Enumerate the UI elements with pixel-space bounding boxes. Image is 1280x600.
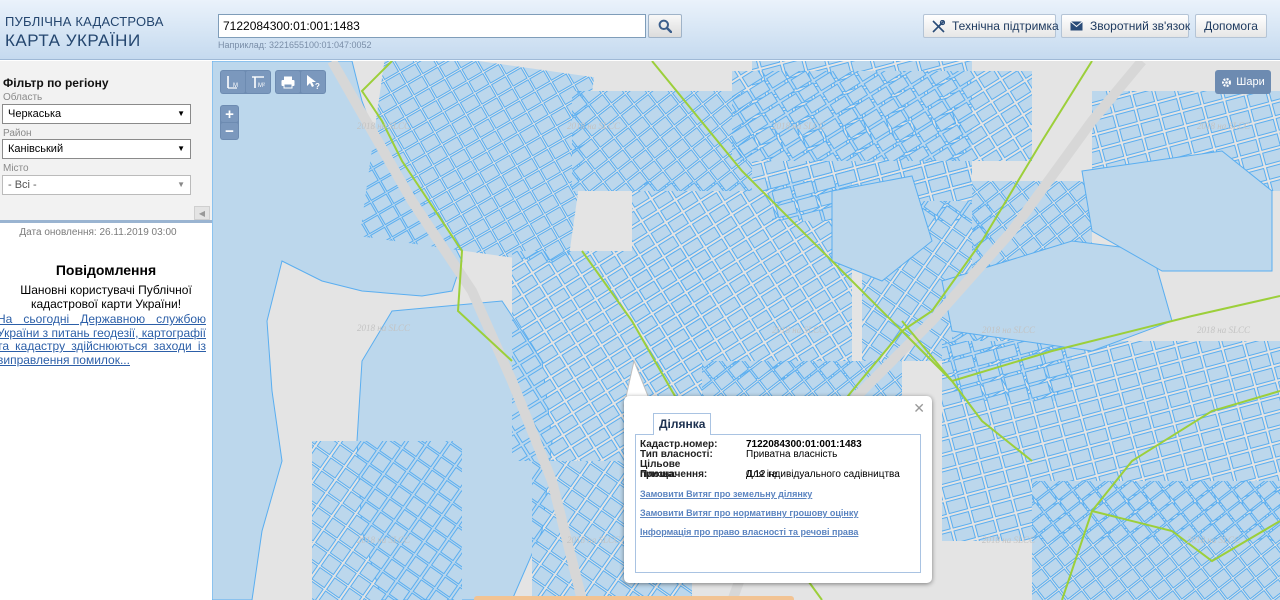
filter-title: Фільтр по регіону: [3, 76, 109, 90]
order-extract-link[interactable]: Замовити Витяг про земельну ділянку: [640, 489, 812, 499]
update-date: Дата оновлення: 26.11.2019 03:00: [19, 227, 177, 238]
area-icon: M²: [252, 76, 265, 89]
info-row-area: Площа: 0.12 га: [640, 470, 777, 480]
parcel-block[interactable]: [732, 71, 1032, 161]
rayon-value: Канівський: [8, 143, 64, 155]
tab-parcel[interactable]: Ділянка: [653, 413, 712, 435]
search-bar: [218, 14, 682, 38]
logo-line2: КАРТА УКРАЇНИ: [5, 31, 141, 50]
layers-button[interactable]: Шари: [1215, 70, 1271, 94]
info-key: Площа:: [640, 469, 677, 480]
rayon-select[interactable]: Канівський ▼: [2, 139, 191, 159]
map-watermark: 2018 на SLCC: [982, 325, 1036, 335]
printer-icon: [281, 76, 295, 88]
tools-icon: [932, 19, 945, 33]
ruler-icon: M: [227, 76, 238, 89]
feedback-button[interactable]: Зворотний зв'язок: [1061, 14, 1191, 38]
identify-button[interactable]: ?: [301, 71, 325, 93]
parcel-block[interactable]: [572, 91, 752, 191]
close-icon[interactable]: ✕: [913, 400, 925, 417]
map-toolbar: M M² ?: [220, 70, 326, 94]
chevron-down-icon: ▼: [177, 109, 185, 118]
info-value: Приватна власність: [746, 449, 838, 460]
region-filter: Фільтр по регіону Область Черкаська ▼ Ра…: [0, 61, 212, 223]
zoom-out-button[interactable]: −: [221, 122, 238, 140]
bottom-bar: [474, 596, 794, 600]
sidebar: Фільтр по регіону Область Черкаська ▼ Ра…: [0, 61, 212, 600]
parcel-block[interactable]: [1032, 481, 1280, 600]
misto-value: - Всі -: [8, 179, 37, 191]
zoom-in-button[interactable]: +: [221, 105, 238, 123]
map-watermark: 2018 на SLCC: [1197, 325, 1251, 335]
plus-icon: +: [225, 105, 234, 123]
search-icon: [658, 19, 672, 33]
oblast-select[interactable]: Черкаська ▼: [2, 104, 191, 124]
collapse-sidebar-button[interactable]: ◀: [194, 206, 210, 220]
layers-label: Шари: [1236, 76, 1265, 88]
map-watermark: 2018 на SLCC: [357, 535, 411, 545]
map-watermark: 2018 на SLCC: [1187, 535, 1241, 545]
svg-text:M: M: [233, 83, 238, 89]
svg-text:M²: M²: [258, 83, 265, 89]
search-button[interactable]: [648, 14, 682, 38]
help-label: Допомога: [1204, 19, 1258, 33]
map-watermark: 2018 на SLCC: [982, 535, 1036, 545]
parcel-popup: ✕ Ділянка Кадастр.номер: 7122084300:01:00…: [624, 396, 932, 583]
map-watermark: 2018 на SLCC: [357, 121, 411, 131]
map-watermark: 2018 на SLCC: [1197, 121, 1251, 131]
chevron-down-icon: ▼: [177, 180, 185, 189]
map-watermark: 2018 на SLCC: [357, 323, 411, 333]
notice-text: Шановні користувачі Публічної кадастрово…: [20, 283, 192, 311]
search-example: Наприклад: 3221655100:01:047:0052: [218, 40, 372, 50]
order-valuation-link[interactable]: Замовити Витяг про нормативну грошову оц…: [640, 508, 858, 518]
notice-title: Повідомлення: [55, 262, 157, 278]
tech-support-button[interactable]: Технічна підтримка: [923, 14, 1059, 38]
logo-line1: ПУБЛІЧНА КАДАСТРОВА: [5, 14, 164, 29]
oblast-label: Область: [3, 92, 43, 103]
chevron-left-icon: ◀: [198, 208, 206, 218]
chevron-down-icon: ▼: [177, 144, 185, 153]
search-input[interactable]: [218, 14, 646, 38]
cursor-question-icon: ?: [307, 75, 320, 90]
misc-tools: ?: [275, 70, 326, 94]
header: ПУБЛІЧНА КАДАСТРОВА КАРТА УКРАЇНИ Наприк…: [0, 0, 1280, 60]
zoom-control: + −: [220, 105, 239, 140]
help-button[interactable]: Допомога: [1195, 14, 1267, 38]
print-button[interactable]: [276, 71, 300, 93]
map-watermark: 2018 на SLCC: [772, 325, 826, 335]
measure-tools: M M²: [220, 70, 271, 94]
map-watermark: 2018 на SLCC: [567, 535, 621, 545]
notice-link[interactable]: На сьогодні Державною службою України з …: [0, 312, 206, 367]
parcel-info: Кадастр.номер: 7122084300:01:001:1483 Тип…: [635, 434, 921, 573]
tech-support-label: Технічна підтримка: [952, 19, 1059, 33]
oblast-value: Черкаська: [8, 108, 62, 120]
feedback-label: Зворотний зв'язок: [1090, 19, 1191, 33]
parcel-block[interactable]: [312, 441, 462, 600]
misto-select[interactable]: - Всі - ▼: [2, 175, 191, 195]
misto-label: Місто: [3, 163, 29, 174]
minus-icon: −: [225, 122, 234, 140]
envelope-icon: [1070, 21, 1083, 31]
site-logo[interactable]: ПУБЛІЧНА КАДАСТРОВА КАРТА УКРАЇНИ: [5, 14, 164, 51]
map-watermark: 2018 на SLCC: [772, 121, 826, 131]
svg-text:?: ?: [315, 82, 320, 90]
map-watermark: 2018 на SLCC: [567, 121, 621, 131]
info-value: 0.12 га: [746, 469, 778, 480]
measure-distance-button[interactable]: M: [221, 71, 245, 93]
ownership-info-link[interactable]: Інформація про право власності та речові…: [640, 527, 858, 537]
measure-area-button[interactable]: M²: [246, 71, 270, 93]
gear-icon: [1222, 77, 1232, 87]
rayon-label: Район: [3, 128, 32, 139]
